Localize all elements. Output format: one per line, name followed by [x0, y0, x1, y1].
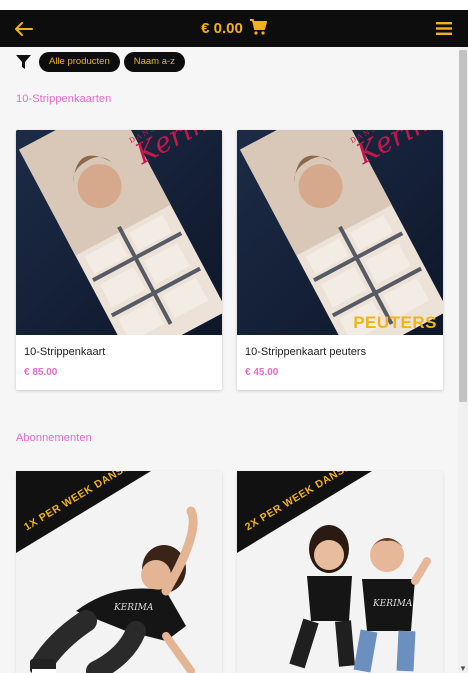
overlay-label: PEUTERS	[353, 313, 437, 332]
product-price: € 85.00	[24, 367, 58, 378]
cart-total: € 0.00	[201, 20, 243, 37]
top-bar: € 0.00	[0, 10, 468, 47]
product-card[interactable]: DANSSTUDIO Kerima PEUTERS 10-Strippenkaa…	[237, 130, 443, 390]
scrollbar-thumb[interactable]	[459, 50, 467, 402]
product-name: 10-Strippenkaart	[24, 346, 106, 358]
shirt-logo: KERIMA	[373, 599, 413, 609]
filter-bar: Alle producten Naam a-z	[14, 52, 185, 72]
hamburger-menu-icon[interactable]	[430, 15, 458, 43]
cart-button[interactable]: € 0.00	[201, 18, 267, 39]
product-price: € 45.00	[245, 367, 279, 378]
category-filter-chip[interactable]: Alle producten	[39, 52, 120, 72]
section-title-abonnementen: Abonnementen	[16, 432, 92, 444]
product-name: 10-Strippenkaart peuters	[245, 346, 367, 358]
product-card[interactable]: DANSSTUDIO Kerima 10-Strippenkaart € 85.…	[16, 130, 222, 390]
shirt-logo: KERIMA	[114, 603, 154, 613]
chevron-down-icon[interactable]: ▼	[458, 663, 468, 673]
sort-chip[interactable]: Naam a-z	[123, 52, 185, 72]
product-card[interactable]: 2X PER WEEK DANSEN KERIMA	[237, 471, 443, 673]
product-card[interactable]: 1X PER WEEK DANSEN KERIMA	[16, 471, 222, 673]
filter-funnel-icon[interactable]	[14, 53, 32, 71]
arrow-left-icon[interactable]	[10, 15, 38, 43]
product-image: DANSSTUDIO Kerima	[16, 130, 222, 335]
product-list: Alle producten Naam a-z 10-Strippenkaart…	[0, 47, 458, 673]
section-title-strippenkaarten: 10-Strippenkaarten	[16, 93, 112, 105]
product-image: DANSSTUDIO Kerima PEUTERS	[237, 130, 443, 335]
shopping-cart-icon	[249, 18, 267, 39]
product-image	[16, 471, 222, 673]
product-image	[237, 471, 443, 673]
